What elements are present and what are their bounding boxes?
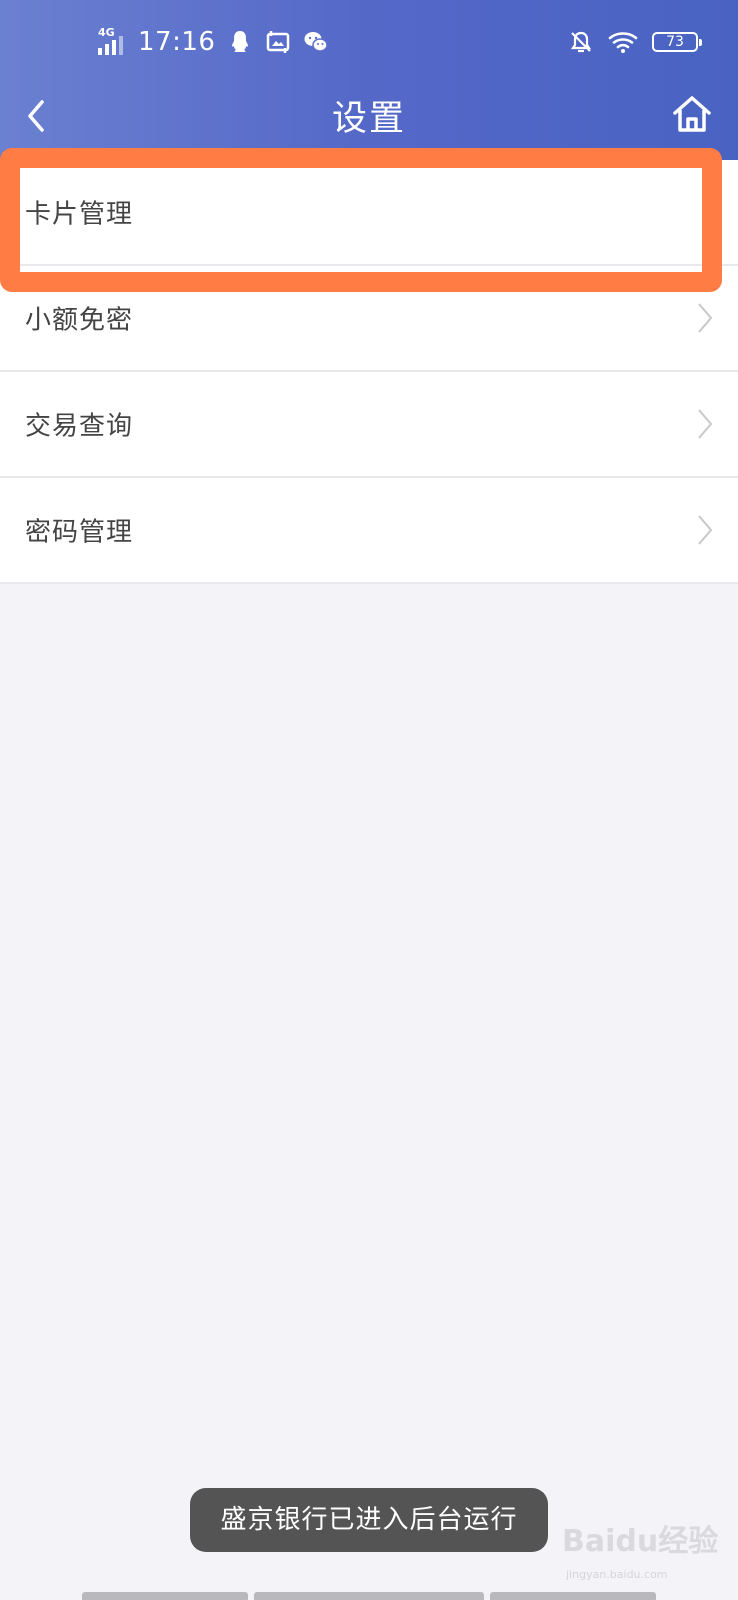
status-time: 17:16 — [138, 27, 216, 57]
menu-item-label: 小额免密 — [25, 305, 134, 336]
app-header: 4G 17:16 73 设置 — [0, 0, 738, 160]
cellular-signal-icon: 4G — [98, 27, 126, 57]
battery-level: 73 — [666, 34, 684, 50]
watermark-url: jingyan.baidu.com — [566, 1568, 668, 1581]
photo-icon — [267, 31, 290, 53]
home-icon[interactable] — [670, 92, 714, 136]
background-running-toast: 盛京银行已进入后台运行 — [190, 1488, 548, 1552]
watermark-text: Baidu经验 — [562, 1524, 719, 1559]
status-bar: 4G 17:16 73 — [0, 0, 738, 82]
baidu-jingyan-watermark: Baidu经验 jingyan.baidu.com — [562, 1516, 722, 1586]
network-type: 4G — [98, 26, 115, 39]
menu-item-label: 交易查询 — [25, 411, 134, 442]
chevron-left-icon[interactable] — [18, 94, 58, 138]
chevron-right-icon — [698, 409, 713, 439]
gesture-bar-left — [82, 1592, 248, 1600]
chevron-right-icon — [698, 515, 713, 545]
wifi-icon — [608, 32, 638, 53]
wechat-icon — [304, 32, 329, 52]
settings-screen: 4G 17:16 73 设置 卡片管理 小额免密 交易查询 密码管理 盛京银行已… — [0, 0, 738, 1600]
menu-item-transaction-query[interactable]: 交易查询 — [0, 372, 738, 478]
menu-item-label: 密码管理 — [25, 517, 134, 548]
status-right: 73 — [568, 24, 702, 60]
qq-icon — [232, 31, 249, 52]
page-title: 设置 — [331, 99, 406, 139]
chevron-right-icon — [698, 303, 713, 333]
highlight-annotation — [0, 148, 722, 292]
battery-icon: 73 — [652, 32, 702, 52]
bell-muted-icon — [570, 31, 592, 53]
status-left: 4G 17:16 — [98, 22, 329, 62]
menu-item-password-management[interactable]: 密码管理 — [0, 478, 738, 584]
gesture-bar-middle — [254, 1592, 484, 1600]
gesture-bar-right — [490, 1592, 656, 1600]
